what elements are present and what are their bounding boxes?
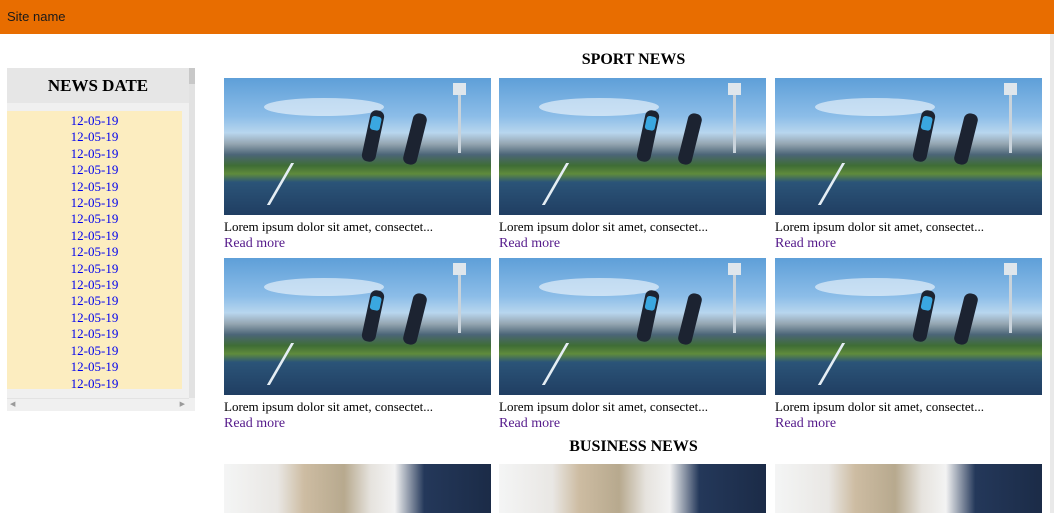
- news-caption: Lorem ipsum dolor sit amet, consectet...: [224, 399, 434, 414]
- read-more-link[interactable]: Read more: [224, 235, 285, 252]
- news-card: Lorem ipsum dolor sit amet, consectet...…: [224, 78, 491, 252]
- news-caption: Lorem ipsum dolor sit amet, consectet...: [775, 219, 985, 234]
- sport-news-image[interactable]: [224, 258, 491, 395]
- news-card: [499, 464, 766, 513]
- list-item: 12-05-19: [7, 162, 182, 178]
- list-item: 12-05-19: [7, 293, 182, 309]
- list-item: 12-05-19: [7, 146, 182, 162]
- date-link[interactable]: 12-05-19: [71, 343, 119, 358]
- business-news-heading: BUSINESS NEWS: [569, 438, 698, 455]
- news-card: [224, 464, 491, 513]
- list-item: 12-05-19: [7, 310, 182, 326]
- date-link[interactable]: 12-05-19: [71, 113, 119, 128]
- sport-news-image[interactable]: [224, 78, 491, 215]
- site-name[interactable]: Site name: [7, 9, 66, 24]
- sport-news-image[interactable]: [775, 78, 1042, 215]
- date-link[interactable]: 12-05-19: [71, 310, 119, 325]
- news-card: Lorem ipsum dolor sit amet, consectet...…: [499, 78, 766, 252]
- sidebar-vertical-scrollbar[interactable]: [189, 68, 195, 398]
- date-link[interactable]: 12-05-19: [71, 244, 119, 259]
- news-card: Lorem ipsum dolor sit amet, consectet...…: [775, 258, 1042, 432]
- date-link[interactable]: 12-05-19: [71, 195, 119, 210]
- business-news-image[interactable]: [775, 464, 1042, 513]
- scroll-left-arrow-icon[interactable]: ◀: [10, 400, 15, 408]
- business-news-image[interactable]: [224, 464, 491, 513]
- date-link[interactable]: 12-05-19: [71, 211, 119, 226]
- news-caption: Lorem ipsum dolor sit amet, consectet...: [499, 219, 709, 234]
- read-more-link[interactable]: Read more: [224, 415, 285, 432]
- news-card: Lorem ipsum dolor sit amet, consectet...…: [775, 78, 1042, 252]
- date-link[interactable]: 12-05-19: [71, 326, 119, 341]
- list-item: 12-05-19: [7, 211, 182, 227]
- site-header: Site name: [0, 0, 1054, 34]
- date-link[interactable]: 12-05-19: [71, 162, 119, 177]
- read-more-link[interactable]: Read more: [499, 415, 560, 432]
- list-item: 12-05-19: [7, 244, 182, 260]
- news-date-list: 12-05-19 12-05-19 12-05-19 12-05-19 12-0…: [7, 111, 182, 389]
- news-card: Lorem ipsum dolor sit amet, consectet...…: [224, 258, 491, 432]
- list-item: 12-05-19: [7, 228, 182, 244]
- date-link[interactable]: 12-05-19: [71, 376, 119, 390]
- list-item: 12-05-19: [7, 129, 182, 145]
- read-more-link[interactable]: Read more: [775, 415, 836, 432]
- read-more-link[interactable]: Read more: [499, 235, 560, 252]
- list-item: 12-05-19: [7, 179, 182, 195]
- sport-news-image[interactable]: [775, 258, 1042, 395]
- sidebar-scroll-thumb[interactable]: [189, 68, 195, 84]
- list-item: 12-05-19: [7, 326, 182, 342]
- list-item: 12-05-19: [7, 113, 182, 129]
- list-item: 12-05-19: [7, 376, 182, 390]
- list-item: 12-05-19: [7, 195, 182, 211]
- sport-news-image[interactable]: [499, 258, 766, 395]
- date-link[interactable]: 12-05-19: [71, 146, 119, 161]
- read-more-link[interactable]: Read more: [775, 235, 836, 252]
- news-date-title: NEWS DATE: [7, 68, 189, 103]
- date-link[interactable]: 12-05-19: [71, 261, 119, 276]
- news-caption: Lorem ipsum dolor sit amet, consectet...: [499, 399, 709, 414]
- scroll-right-arrow-icon[interactable]: ▶: [180, 400, 185, 408]
- sidebar-horizontal-scrollbar[interactable]: ◀ ▶: [7, 398, 189, 411]
- news-card: Lorem ipsum dolor sit amet, consectet...…: [499, 258, 766, 432]
- news-date-sidebar: NEWS DATE 12-05-19 12-05-19 12-05-19 12-…: [7, 68, 195, 411]
- date-link[interactable]: 12-05-19: [71, 359, 119, 374]
- business-news-image[interactable]: [499, 464, 766, 513]
- news-caption: Lorem ipsum dolor sit amet, consectet...: [775, 399, 985, 414]
- list-item: 12-05-19: [7, 343, 182, 359]
- date-link[interactable]: 12-05-19: [71, 179, 119, 194]
- news-caption: Lorem ipsum dolor sit amet, consectet...: [224, 219, 434, 234]
- date-link[interactable]: 12-05-19: [71, 129, 119, 144]
- date-link[interactable]: 12-05-19: [71, 277, 119, 292]
- page-scrollbar[interactable]: [1050, 34, 1054, 513]
- sport-news-heading: SPORT NEWS: [581, 51, 686, 68]
- news-card: [775, 464, 1042, 513]
- date-link[interactable]: 12-05-19: [71, 293, 119, 308]
- list-item: 12-05-19: [7, 359, 182, 375]
- list-item: 12-05-19: [7, 261, 182, 277]
- sport-news-image[interactable]: [499, 78, 766, 215]
- list-item: 12-05-19: [7, 277, 182, 293]
- date-link[interactable]: 12-05-19: [71, 228, 119, 243]
